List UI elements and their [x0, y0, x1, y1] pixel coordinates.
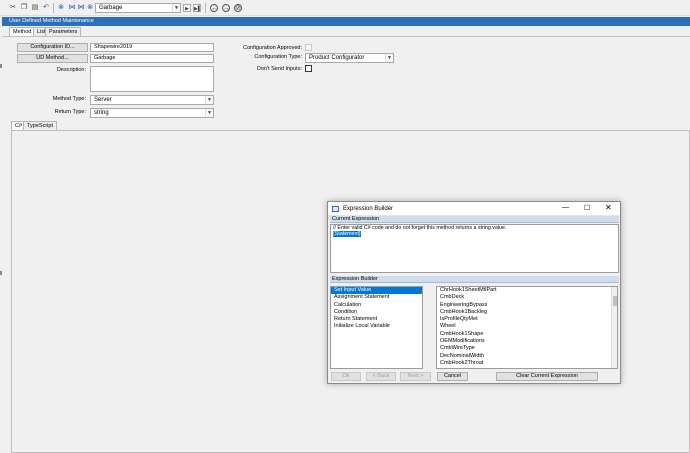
- chevron-down-icon[interactable]: ▼: [385, 54, 393, 62]
- statement-type-list[interactable]: Set Input Value Assignment Statement Cal…: [330, 286, 423, 369]
- dialog-title-bar: Expression Builder — ☐ ✕: [328, 202, 620, 216]
- return-type-value: string: [94, 110, 109, 116]
- list-item[interactable]: Wheel: [437, 323, 617, 330]
- list-item[interactable]: Calculation: [331, 302, 422, 309]
- copy-icon[interactable]: ❐: [20, 4, 28, 12]
- expression-statement: {Statement}: [333, 231, 361, 237]
- return-type-label: Return Type:: [54, 109, 86, 115]
- list-item[interactable]: DecNominalWidth: [437, 353, 617, 360]
- list-item[interactable]: Return Statement: [331, 316, 422, 323]
- scrollbar[interactable]: [611, 287, 617, 368]
- input-list[interactable]: ChrHook1SheetMtlPart CmbDeck Engineering…: [436, 286, 618, 369]
- tab-typescript[interactable]: TypeScript: [23, 121, 57, 130]
- paste-icon[interactable]: ▤: [31, 4, 39, 12]
- description-field[interactable]: [90, 66, 214, 92]
- splitter-marker: [0, 64, 2, 68]
- next-record-icon[interactable]: ▶: [183, 4, 191, 12]
- clear-icon[interactable]: ⊘: [234, 4, 242, 12]
- dont-send-inputs-checkbox[interactable]: [305, 65, 312, 72]
- back-button[interactable]: < Back: [366, 372, 396, 381]
- method-type-value: Server: [94, 97, 112, 103]
- current-expression-header: Current Expression: [330, 216, 619, 223]
- list-item[interactable]: Initialize Local Variable: [331, 323, 422, 330]
- list-item[interactable]: CmbWireType: [437, 345, 617, 352]
- list-item[interactable]: CmbHook1Shape: [437, 331, 617, 338]
- last-record-icon[interactable]: ⋈: [77, 4, 85, 12]
- window-title: User Defined Method Maintenance: [2, 17, 690, 26]
- minimize-icon[interactable]: —: [562, 204, 569, 211]
- close-icon[interactable]: ✕: [605, 203, 612, 212]
- ud-method-field[interactable]: Garbage: [90, 54, 214, 63]
- record-combo[interactable]: Garbage ▼: [95, 3, 181, 13]
- chevron-down-icon[interactable]: ▼: [205, 109, 213, 117]
- tab-method[interactable]: Method: [9, 27, 36, 36]
- configuration-type-label: Configuration Type:: [254, 54, 302, 60]
- method-type-select[interactable]: Server ▼: [90, 95, 214, 105]
- scissors-icon[interactable]: ✂: [9, 4, 17, 12]
- toolbar-divider: [53, 3, 54, 13]
- configuration-id-button[interactable]: Configuration ID...: [17, 43, 88, 52]
- builder-header: Expression Builder: [330, 276, 619, 283]
- list-item[interactable]: CmbHook1Backleg: [437, 309, 617, 316]
- ok-button[interactable]: Ok: [331, 372, 361, 381]
- configuration-approved-label: Configuration Approved:: [242, 45, 302, 51]
- list-item[interactable]: IsProfileQtyMet: [437, 316, 617, 323]
- nav-forward-icon[interactable]: →: [222, 4, 230, 12]
- list-item[interactable]: EngineeringBypass: [437, 302, 617, 309]
- toolbar: ✂ ❐ ▤ ↶ ⊗ ⋈ ⋈ ⊗ Garbage ▼ ▶ ▶▌ ← → ⊘: [0, 0, 690, 16]
- configuration-type-value: Product Configurator: [309, 55, 365, 61]
- expression-builder-dialog: Expression Builder — ☐ ✕ Current Express…: [327, 201, 621, 384]
- list-item[interactable]: CmbDeck: [437, 294, 617, 301]
- record-combo-value: Garbage: [99, 5, 123, 11]
- toolbar-divider: [205, 3, 206, 13]
- ud-method-button[interactable]: UD Method...: [17, 54, 88, 63]
- scrollbar-thumb[interactable]: [613, 296, 617, 306]
- list-item[interactable]: Condition: [331, 309, 422, 316]
- tab-parameters[interactable]: Parameters: [45, 27, 82, 36]
- configuration-type-select[interactable]: Product Configurator ▼: [305, 53, 394, 63]
- configuration-id-field[interactable]: Shapewire2019: [90, 43, 214, 52]
- nav-back-icon[interactable]: ←: [210, 4, 218, 12]
- current-expression-box[interactable]: // Enter valid C# code and do not forget…: [330, 224, 619, 273]
- list-item[interactable]: ChrHook1SheetMtlPart: [437, 287, 617, 294]
- chevron-down-icon[interactable]: ▼: [172, 4, 180, 12]
- next-button[interactable]: Next >: [400, 372, 431, 381]
- list-item[interactable]: OEMModifications: [437, 338, 617, 345]
- return-type-select[interactable]: string ▼: [90, 108, 214, 118]
- chevron-down-icon[interactable]: ▼: [205, 96, 213, 104]
- list-item[interactable]: CmbHook2Throat: [437, 360, 617, 367]
- undo-icon[interactable]: ↶: [42, 4, 50, 12]
- method-type-label: Method Type:: [52, 96, 86, 102]
- app-icon: [332, 206, 339, 212]
- description-label: Description:: [56, 67, 86, 73]
- first-record-icon[interactable]: ⋈: [68, 4, 76, 12]
- list-item[interactable]: Assignment Statement: [331, 294, 422, 301]
- maximize-icon[interactable]: ☐: [584, 204, 590, 212]
- last-record-icon[interactable]: ▶▌: [193, 4, 201, 12]
- splitter-marker: [0, 271, 2, 275]
- binoculars-icon[interactable]: ⊗: [57, 4, 65, 12]
- binoculars-icon[interactable]: ⊗: [86, 4, 94, 12]
- dialog-title: Expression Builder: [343, 206, 394, 212]
- tab-divider: [2, 36, 690, 37]
- list-item[interactable]: Set Input Value: [331, 287, 422, 295]
- clear-expression-button[interactable]: Clear Current Expression: [496, 372, 598, 381]
- dont-send-inputs-label: Don't Send Inputs:: [256, 66, 302, 72]
- configuration-approved-checkbox[interactable]: [305, 44, 312, 51]
- cancel-button[interactable]: Cancel: [437, 372, 468, 381]
